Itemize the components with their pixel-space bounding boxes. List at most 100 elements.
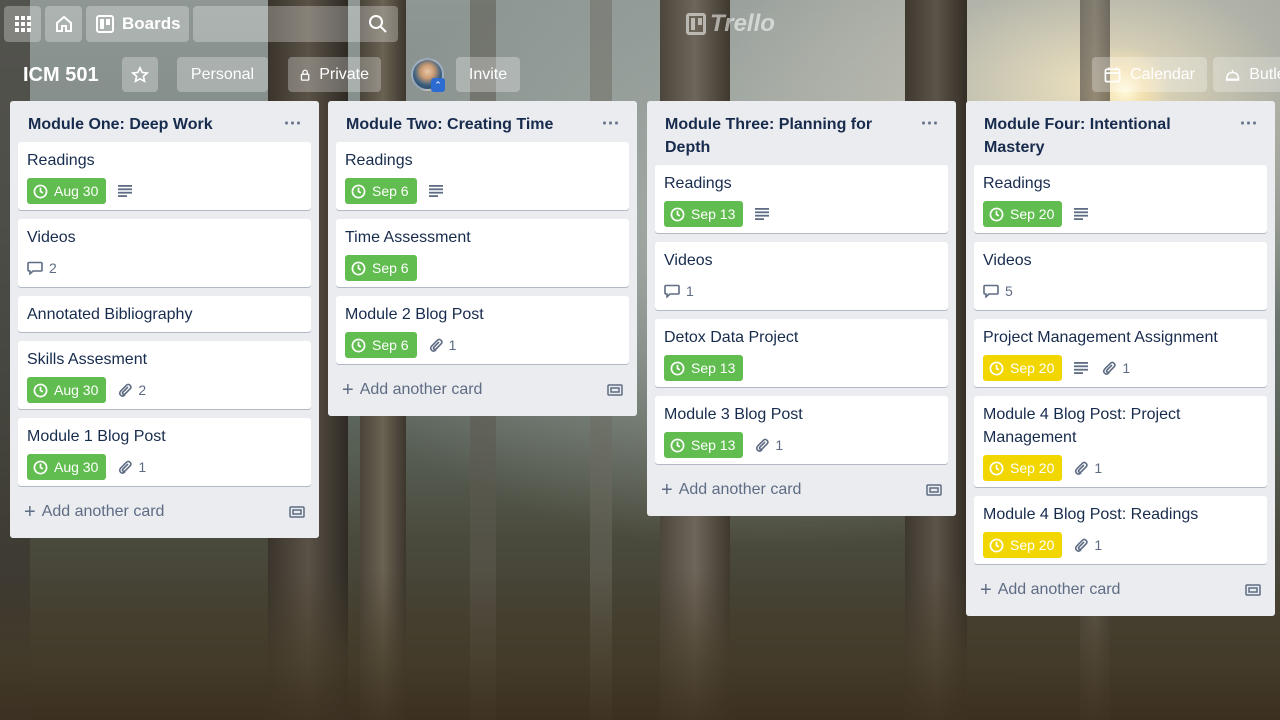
personal-button[interactable]: Personal xyxy=(177,57,268,92)
more-icon[interactable]: ⋯ xyxy=(281,111,305,135)
list-header[interactable]: Module One: Deep Work ⋯ xyxy=(18,101,311,142)
card[interactable]: Readings Aug 30 xyxy=(18,142,311,210)
visibility-button[interactable]: Private xyxy=(288,57,381,92)
attachment-count: 1 xyxy=(138,459,147,475)
due-date-badge[interactable]: Sep 6 xyxy=(345,255,417,281)
visibility-label: Private xyxy=(319,65,369,83)
card[interactable]: Module 2 Blog Post Sep 6 1 xyxy=(336,296,629,364)
trello-logo-icon xyxy=(686,13,706,35)
star-button[interactable] xyxy=(122,57,158,92)
attachments-badge: 1 xyxy=(755,437,783,453)
due-date-badge[interactable]: Sep 20 xyxy=(983,201,1063,227)
list-header[interactable]: Module Three: Planning for Depth ⋯ xyxy=(655,101,948,165)
card[interactable]: Module 3 Blog Post Sep 13 1 xyxy=(655,396,948,464)
card[interactable]: Videos 2 xyxy=(18,219,311,287)
more-icon[interactable]: ⋯ xyxy=(918,111,942,135)
boards-button[interactable]: Boards xyxy=(86,6,189,42)
due-date-label: Sep 6 xyxy=(372,183,409,199)
list-title[interactable]: Module Four: Intentional Mastery xyxy=(984,116,1171,156)
clock-icon xyxy=(989,461,1004,475)
due-date-badge[interactable]: Sep 20 xyxy=(983,355,1063,381)
comment-count: 5 xyxy=(1005,283,1013,299)
list-title[interactable]: Module Two: Creating Time xyxy=(346,116,553,133)
card-template-icon[interactable] xyxy=(1245,583,1261,597)
card[interactable]: Skills Assesment Aug 30 2 xyxy=(18,341,311,409)
clock-icon xyxy=(670,438,685,452)
card-title: Time Assessment xyxy=(345,229,471,246)
card[interactable]: Videos 1 xyxy=(655,242,948,310)
card[interactable]: Readings Sep 6 xyxy=(336,142,629,210)
card-title: Skills Assesment xyxy=(27,351,148,368)
board-title[interactable]: ICM 501 xyxy=(10,57,112,93)
butler-button[interactable]: Butler xyxy=(1213,57,1280,92)
list-title[interactable]: Module Three: Planning for Depth xyxy=(665,116,872,156)
card-badges: Sep 13 xyxy=(664,201,939,227)
card-badges: Sep 6 1 xyxy=(345,332,620,358)
invite-button[interactable]: Invite xyxy=(456,57,520,92)
card-template-icon[interactable] xyxy=(289,505,305,519)
add-card-label: Add another card xyxy=(41,503,165,520)
add-card-button[interactable]: + Add another card xyxy=(974,572,1267,608)
list-header[interactable]: Module Four: Intentional Mastery ⋯ xyxy=(974,101,1267,165)
card[interactable]: Detox Data Project Sep 13 xyxy=(655,319,948,387)
paperclip-icon xyxy=(1075,538,1089,552)
list-title[interactable]: Module One: Deep Work xyxy=(28,116,213,133)
due-date-badge[interactable]: Sep 20 xyxy=(983,532,1063,558)
paperclip-icon xyxy=(119,383,133,397)
due-date-badge[interactable]: Sep 13 xyxy=(664,432,744,458)
comments-badge: 5 xyxy=(983,283,1013,299)
card-title: Module 3 Blog Post xyxy=(664,406,803,423)
due-date-badge[interactable]: Sep 13 xyxy=(664,355,744,381)
admin-badge-icon: ⌃ xyxy=(431,78,445,92)
card[interactable]: Module 4 Blog Post: Readings Sep 20 1 xyxy=(974,496,1267,564)
card[interactable]: Readings Sep 20 xyxy=(974,165,1267,233)
card-badges: Sep 20 xyxy=(983,201,1258,227)
add-card-button[interactable]: + Add another card xyxy=(336,372,629,408)
card-badges: Sep 20 1 xyxy=(983,355,1258,381)
more-icon[interactable]: ⋯ xyxy=(1237,111,1261,135)
card-badges: 2 xyxy=(27,255,302,281)
home-icon xyxy=(55,15,72,32)
list-header[interactable]: Module Two: Creating Time ⋯ xyxy=(336,101,629,142)
more-icon[interactable]: ⋯ xyxy=(599,111,623,135)
paperclip-icon xyxy=(756,438,770,452)
card-title: Readings xyxy=(345,152,413,169)
add-card-button[interactable]: + Add another card xyxy=(655,472,948,508)
due-date-badge[interactable]: Aug 30 xyxy=(27,454,107,480)
due-date-badge[interactable]: Aug 30 xyxy=(27,377,107,403)
home-button[interactable] xyxy=(45,6,82,42)
due-date-badge[interactable]: Sep 6 xyxy=(345,332,417,358)
attachment-count: 1 xyxy=(775,437,784,453)
trello-logo[interactable]: Trello xyxy=(686,10,775,38)
calendar-button[interactable]: Calendar xyxy=(1092,57,1207,92)
card[interactable]: Videos 5 xyxy=(974,242,1267,310)
search-box[interactable] xyxy=(193,6,398,42)
due-date-badge[interactable]: Sep 13 xyxy=(664,201,744,227)
card[interactable]: Annotated Bibliography xyxy=(18,296,311,332)
attachments-badge: 1 xyxy=(429,337,456,353)
card[interactable]: Module 1 Blog Post Aug 30 1 xyxy=(18,418,311,486)
attachment-count: 1 xyxy=(1122,360,1131,376)
boards-icon xyxy=(96,15,114,33)
due-date-label: Sep 20 xyxy=(1010,206,1055,222)
logo-text: Trello xyxy=(710,10,775,37)
attachments-badge: 1 xyxy=(1074,460,1102,476)
boards-label: Boards xyxy=(122,14,181,33)
search-icon[interactable] xyxy=(368,14,388,34)
comment-count: 2 xyxy=(49,260,57,276)
card-template-icon[interactable] xyxy=(607,383,623,397)
due-date-badge[interactable]: Sep 6 xyxy=(345,178,417,204)
due-date-badge[interactable]: Sep 20 xyxy=(983,455,1063,481)
card[interactable]: Time Assessment Sep 6 xyxy=(336,219,629,287)
apps-button[interactable] xyxy=(4,6,41,42)
due-date-badge[interactable]: Aug 30 xyxy=(27,178,107,204)
card[interactable]: Readings Sep 13 xyxy=(655,165,948,233)
add-card-button[interactable]: + Add another card xyxy=(18,494,311,530)
card[interactable]: Module 4 Blog Post: Project Management S… xyxy=(974,396,1267,487)
attachments-badge: 2 xyxy=(118,382,146,398)
list-module-four: Module Four: Intentional Mastery ⋯ Readi… xyxy=(966,101,1275,616)
card[interactable]: Project Management Assignment Sep 20 1 xyxy=(974,319,1267,387)
card-badges: Aug 30 xyxy=(27,178,302,204)
card-template-icon[interactable] xyxy=(926,483,942,497)
card-title: Annotated Bibliography xyxy=(27,306,193,323)
